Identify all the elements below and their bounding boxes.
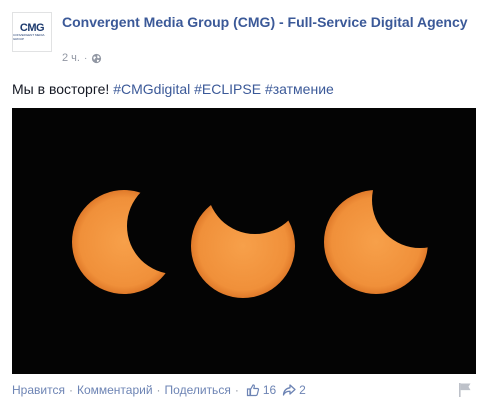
avatar-logo-subtext: convergent media group <box>13 33 45 41</box>
meta-separator: · <box>83 52 88 64</box>
page-avatar[interactable]: CMG convergent media group <box>12 12 52 52</box>
action-separator: · <box>156 383 161 397</box>
share-button[interactable]: Поделиться <box>165 383 231 397</box>
eclipse-sun-3 <box>324 190 428 294</box>
post-meta: 2 ч. · <box>62 51 102 65</box>
thumbs-up-icon <box>246 384 259 397</box>
shares-count-link[interactable]: 2 <box>282 383 306 397</box>
comment-button[interactable]: Комментарий <box>77 383 153 397</box>
post-text-body: Мы в восторге! <box>12 81 110 97</box>
post-text: Мы в восторге! #CMGdigital #ECLIPSE #зат… <box>12 80 476 98</box>
post-actions: Нравится · Комментарий · Поделиться · 16… <box>12 382 476 398</box>
eclipse-sun-1 <box>72 190 176 294</box>
likes-count-link[interactable]: 16 <box>246 383 276 397</box>
hashtag-link[interactable]: #ECLIPSE <box>194 81 261 97</box>
page-name-link[interactable]: Convergent Media Group (CMG) - Full-Serv… <box>62 13 472 32</box>
likes-count: 16 <box>262 383 277 397</box>
eclipse-image <box>12 108 476 374</box>
like-button[interactable]: Нравится <box>12 383 65 397</box>
flag-icon[interactable] <box>458 382 472 398</box>
share-arrow-icon <box>283 384 296 396</box>
post-photo[interactable] <box>12 108 476 374</box>
avatar-logo-text: CMG <box>19 22 45 34</box>
hashtag-link[interactable]: #CMGdigital <box>113 81 190 97</box>
hashtag-link[interactable]: #затмение <box>265 81 334 97</box>
shares-count: 2 <box>299 383 306 397</box>
post-timestamp[interactable]: 2 ч. <box>62 52 80 64</box>
globe-icon[interactable] <box>91 53 102 64</box>
eclipse-sun-2 <box>191 194 295 298</box>
action-separator: · <box>234 383 239 397</box>
facebook-post: CMG convergent media group Convergent Me… <box>0 0 488 400</box>
action-separator: · <box>68 383 73 397</box>
